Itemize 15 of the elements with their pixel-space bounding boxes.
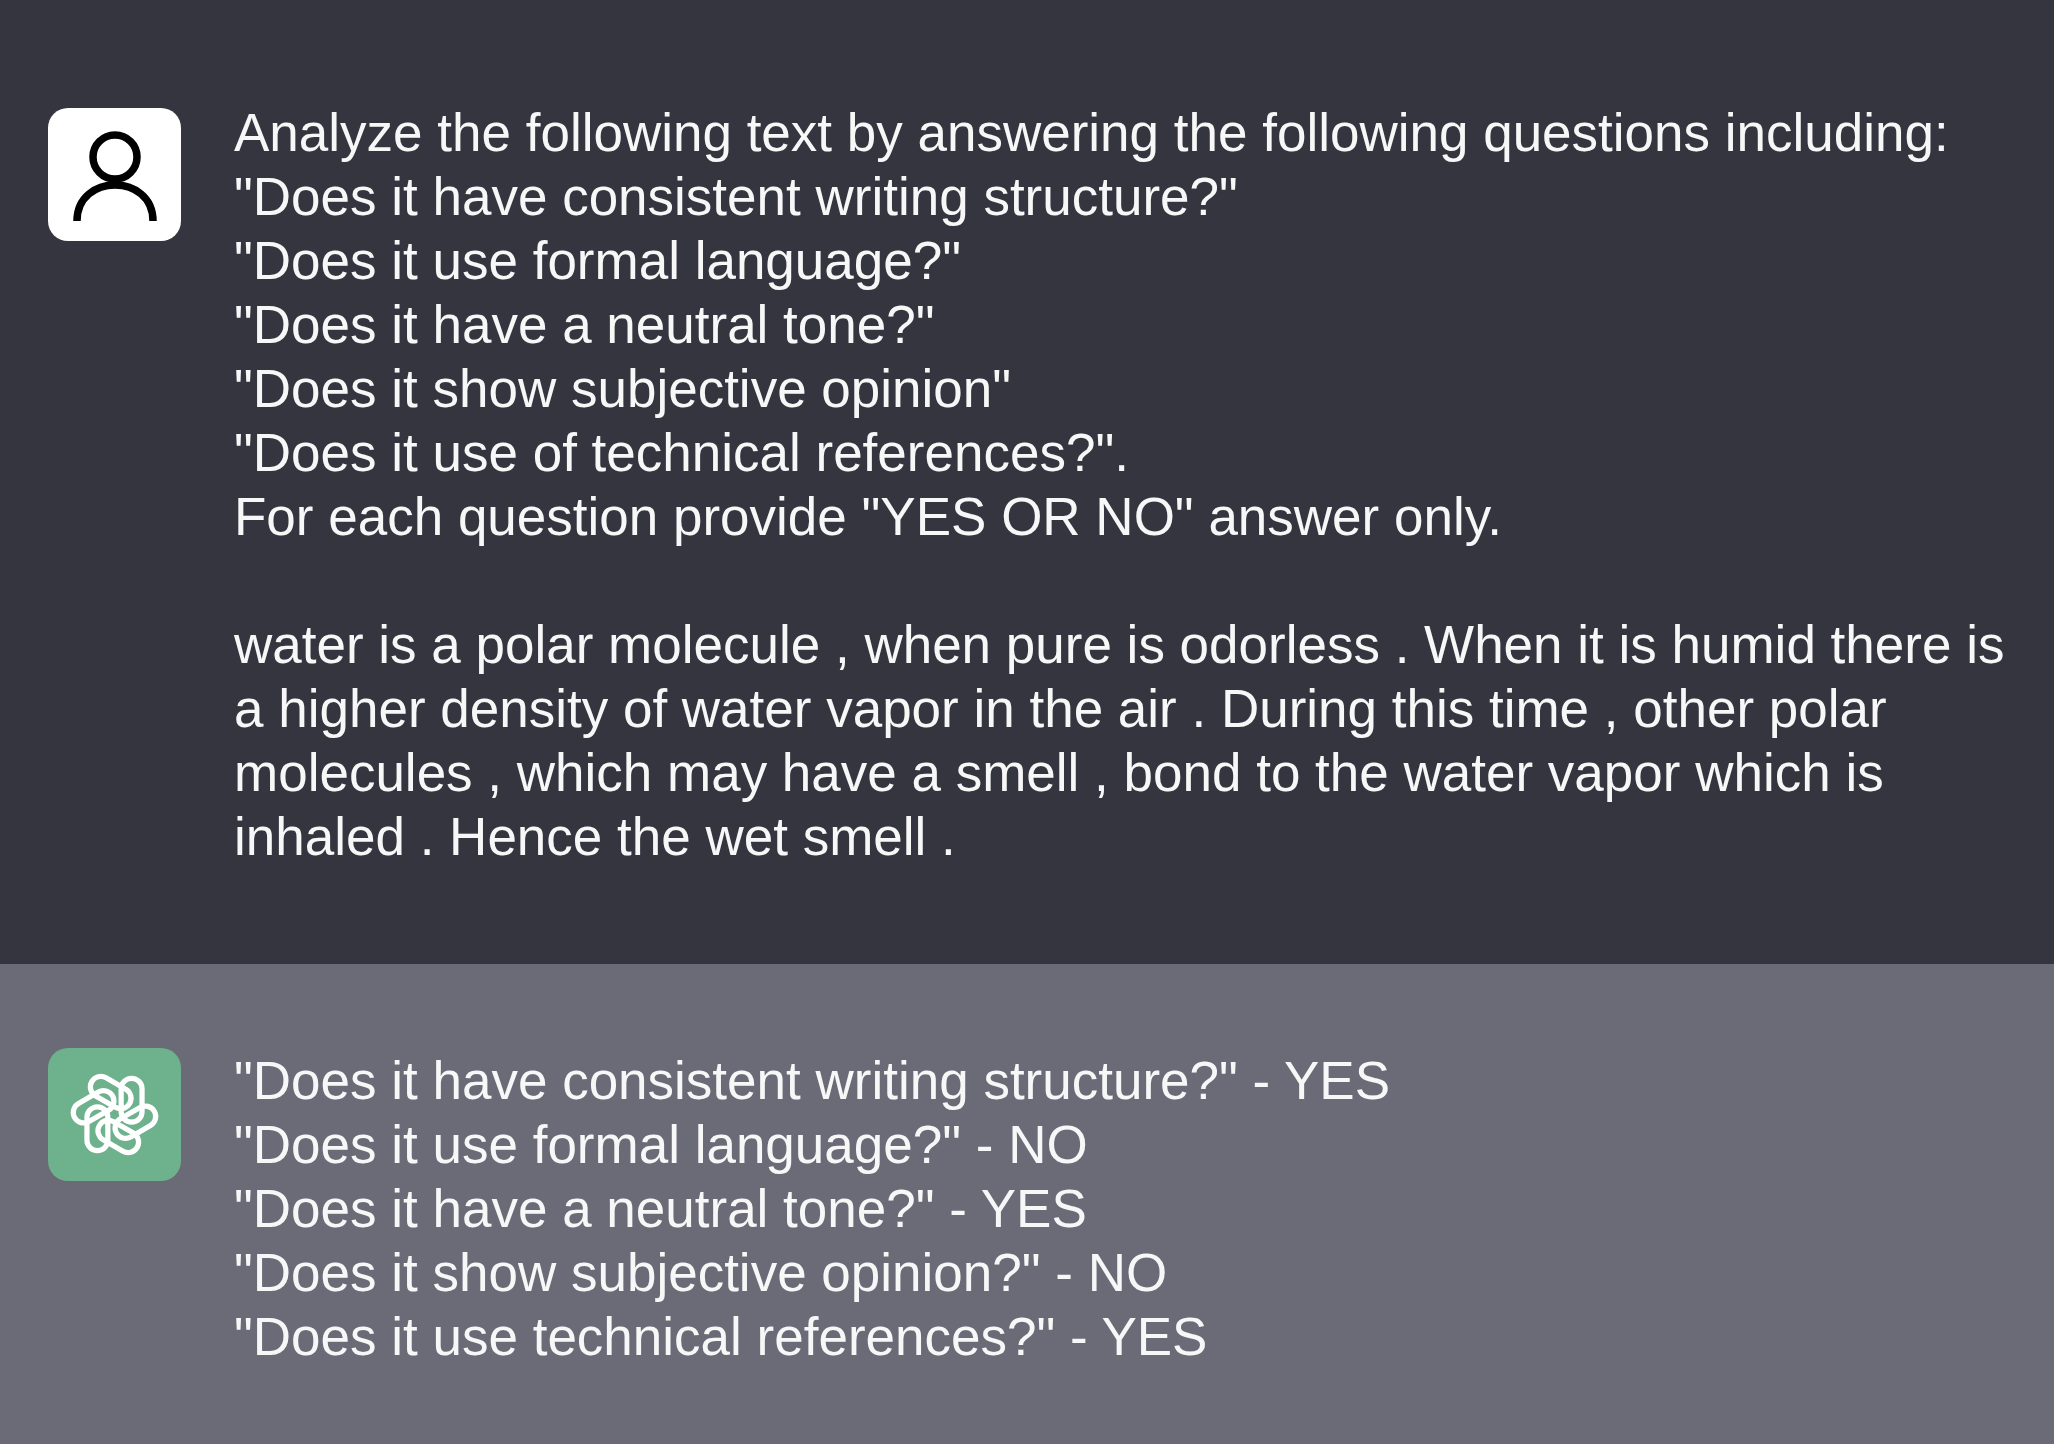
message-line: "Does it show subjective opinion" <box>234 358 1012 420</box>
message-line: "Does it have a neutral tone?" - YES <box>234 1178 1087 1240</box>
message-paragraph: water is a polar molecule , when pure is odorless . When it is humid there is a higher density of water vapor in the air . During this time , other polar molecules , which may have a smell , bond to the water vapor which is inhaled . Hence the wet smell . <box>234 614 2006 868</box>
message-line: "Does it use of technical references?". <box>234 422 1129 484</box>
message-line: "Does it show subjective opinion?" - NO <box>234 1242 1168 1304</box>
message-line: "Does it use formal language?" <box>234 230 962 292</box>
message-line: "Does it use technical references?" - YES <box>234 1306 1208 1368</box>
knot-icon <box>48 1048 181 1181</box>
message-line: "Does it have consistent writing structure?" <box>234 166 1238 228</box>
message-line: For each question provide "YES OR NO" answer only. <box>234 486 1502 548</box>
message-line: "Does it have a neutral tone?" <box>234 294 935 356</box>
message-line: "Does it have consistent writing structure?" - YES <box>234 1050 1391 1112</box>
message-line: "Does it use formal language?" - NO <box>234 1114 1088 1176</box>
person-icon <box>48 108 181 241</box>
message-line: Analyze the following text by answering the following questions including: <box>234 102 1949 164</box>
